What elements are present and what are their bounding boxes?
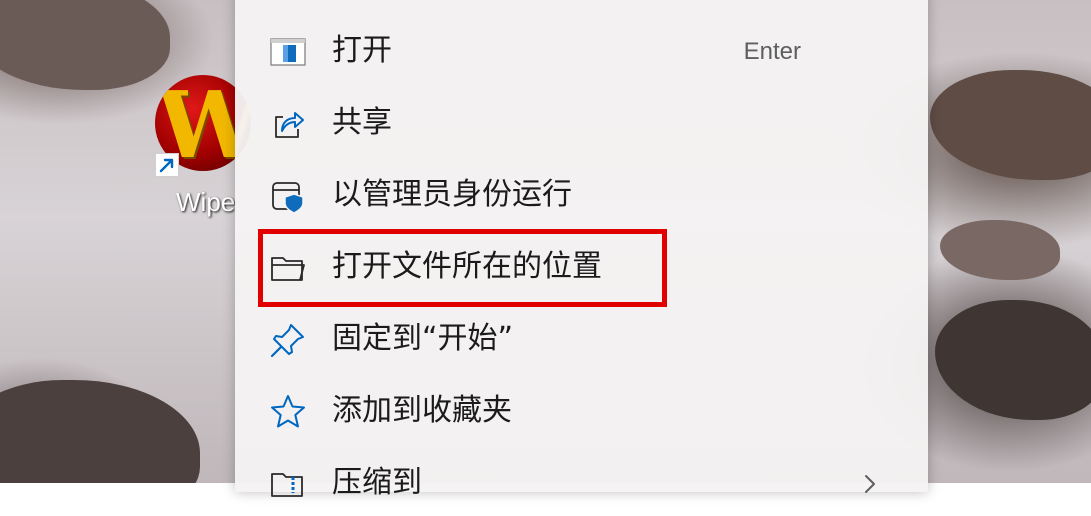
rock-decoration bbox=[0, 0, 170, 90]
menu-item-label: 打开 bbox=[332, 33, 392, 68]
menu-item-run-as-admin[interactable]: 以管理员身份运行 bbox=[245, 162, 918, 228]
folder-icon bbox=[269, 249, 307, 287]
share-icon bbox=[269, 105, 307, 143]
menu-item-share[interactable]: 共享 bbox=[245, 90, 918, 156]
rock-decoration bbox=[940, 220, 1060, 280]
context-menu: 打开 Enter 共享 以管理员身份运行 打开文件所在的位置 固定到“开始” 添… bbox=[235, 0, 928, 500]
zip-folder-icon bbox=[269, 465, 307, 503]
desktop-shortcut-label: Wipe bbox=[176, 187, 236, 217]
menu-item-label: 以管理员身份运行 bbox=[332, 177, 572, 212]
pin-icon bbox=[269, 321, 307, 359]
menu-item-add-to-favorites[interactable]: 添加到收藏夹 bbox=[245, 378, 918, 444]
star-icon bbox=[269, 393, 307, 431]
shield-admin-icon bbox=[269, 177, 307, 215]
rock-decoration bbox=[930, 70, 1091, 180]
menu-item-open-file-location[interactable]: 打开文件所在的位置 bbox=[245, 234, 918, 300]
menu-item-label: 共享 bbox=[332, 105, 392, 140]
menu-item-label: 压缩到 bbox=[332, 465, 422, 500]
menu-item-open[interactable]: 打开 Enter bbox=[245, 18, 918, 84]
menu-item-pin-to-start[interactable]: 固定到“开始” bbox=[245, 306, 918, 372]
menu-item-label: 添加到收藏夹 bbox=[332, 393, 512, 428]
chevron-right-icon bbox=[858, 472, 882, 496]
rock-decoration bbox=[0, 380, 200, 483]
menu-item-label: 固定到“开始” bbox=[332, 321, 514, 356]
keyboard-shortcut-text: Enter bbox=[743, 38, 801, 65]
menu-item-compress-to[interactable]: 压缩到 bbox=[245, 450, 918, 516]
rock-decoration bbox=[935, 300, 1091, 420]
menu-item-label: 打开文件所在的位置 bbox=[332, 249, 602, 284]
shortcut-arrow-icon bbox=[155, 153, 179, 177]
open-window-icon bbox=[269, 33, 307, 71]
